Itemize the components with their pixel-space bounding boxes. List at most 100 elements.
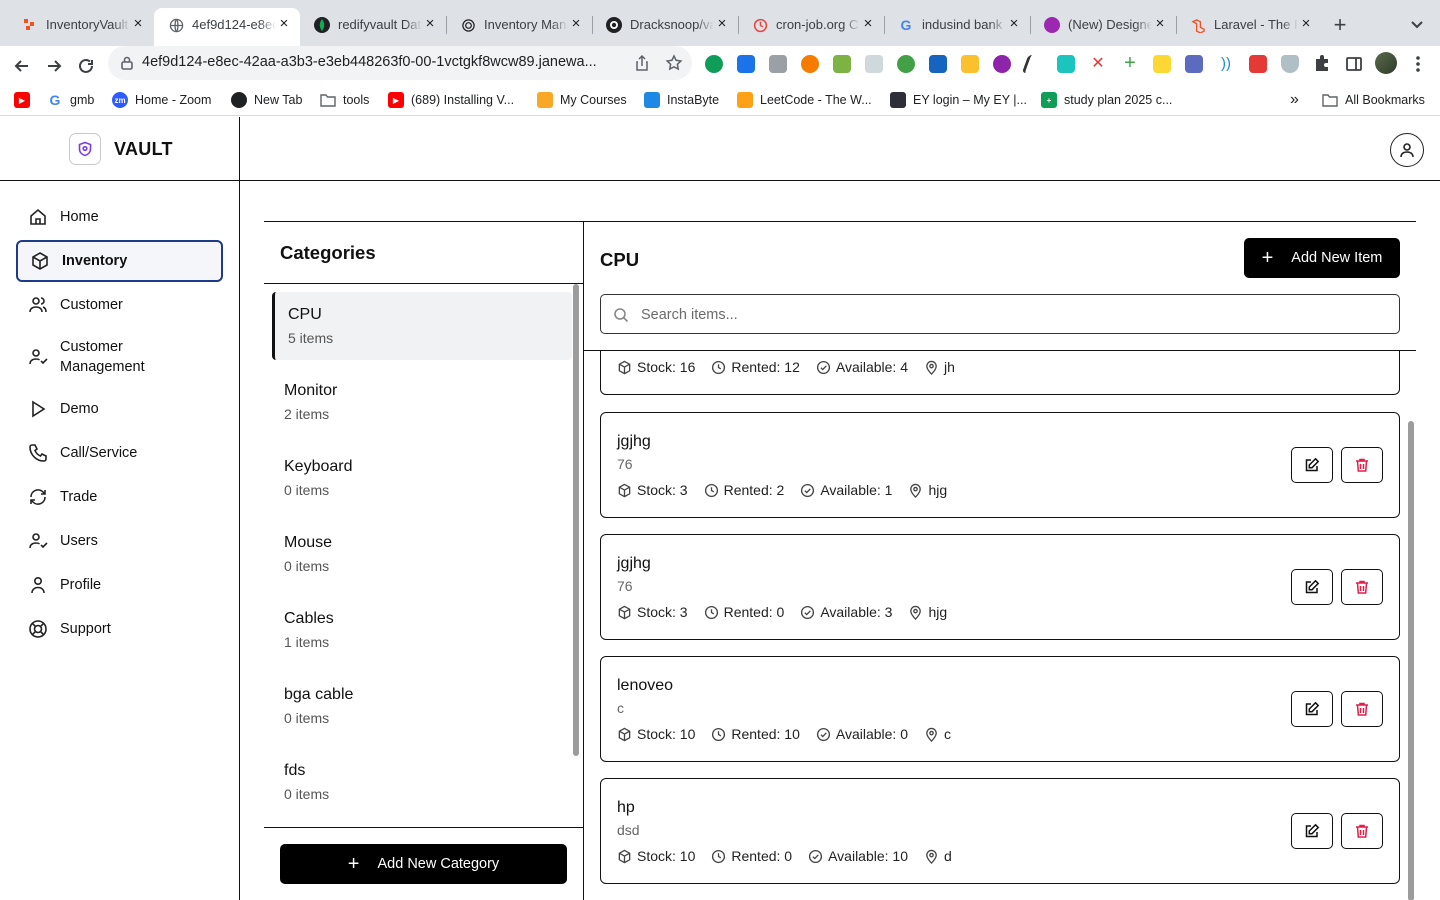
- tab-close-icon[interactable]: ×: [566, 14, 586, 34]
- extension-icon[interactable]: [897, 55, 915, 73]
- extension-icon[interactable]: [737, 55, 755, 73]
- edit-item-button[interactable]: [1291, 447, 1333, 483]
- bookmark[interactable]: + study plan 2025 c...: [1041, 91, 1172, 109]
- signal-extension-icon[interactable]: )): [1217, 55, 1235, 73]
- browser-tab-active[interactable]: 4ef9d124-e8ec ×: [154, 8, 300, 46]
- category-scrollbar[interactable]: [573, 284, 579, 756]
- reload-button[interactable]: [72, 52, 100, 80]
- tab-close-icon[interactable]: ×: [128, 14, 148, 34]
- bookmark[interactable]: LeetCode - The W...: [737, 91, 872, 109]
- bookmark[interactable]: InstaByte: [644, 91, 719, 109]
- tab-close-icon[interactable]: ×: [858, 14, 878, 34]
- edit-item-button[interactable]: [1291, 691, 1333, 727]
- shield-extension-icon[interactable]: [1281, 55, 1299, 73]
- category-item-monitor[interactable]: Monitor 2 items: [272, 368, 572, 436]
- extension-icon[interactable]: [833, 55, 851, 73]
- delete-item-button[interactable]: [1341, 569, 1383, 605]
- extension-icon[interactable]: [801, 55, 819, 73]
- category-item-keyboard[interactable]: Keyboard 0 items: [272, 444, 572, 512]
- bookmark-folder[interactable]: tools: [320, 91, 369, 109]
- more-menu-icon[interactable]: [1410, 54, 1426, 74]
- sidebar-item-home[interactable]: Home: [16, 196, 223, 238]
- checkbox-extension-icon[interactable]: [929, 55, 947, 73]
- search-box[interactable]: [600, 294, 1400, 334]
- category-item-fds[interactable]: fds 0 items: [272, 748, 572, 816]
- sidebar-item-customer[interactable]: Customer: [16, 284, 223, 326]
- bookmark[interactable]: Ggmb: [47, 91, 95, 109]
- items-scrollbar[interactable]: [1408, 421, 1414, 900]
- sidebar-item-customer-management[interactable]: Customer Management: [16, 327, 223, 387]
- browser-tab[interactable]: InventoryVault ×: [8, 8, 154, 46]
- bookmark[interactable]: EY login – My EY |...: [890, 91, 1027, 109]
- category-item-bga-cable[interactable]: bga cable 0 items: [272, 672, 572, 740]
- bookmark[interactable]: zm Home - Zoom: [112, 91, 211, 109]
- category-list[interactable]: CPU 5 items Monitor 2 items Keyboard 0 i…: [272, 292, 572, 828]
- sidebar-item-support[interactable]: Support: [16, 608, 223, 650]
- chevron-down-icon[interactable]: [1405, 12, 1429, 36]
- profile-avatar[interactable]: [1375, 52, 1397, 74]
- bookmark[interactable]: New Tab: [231, 91, 302, 109]
- user-menu-button[interactable]: [1390, 133, 1424, 167]
- camera-extension-icon[interactable]: [769, 55, 787, 73]
- tab-close-icon[interactable]: ×: [420, 14, 440, 34]
- stat-rented: Rented: 10: [711, 726, 800, 742]
- bookmark[interactable]: My Courses: [537, 91, 627, 109]
- sidebar-item-call-service[interactable]: Call/Service: [16, 432, 223, 474]
- back-button[interactable]: [8, 52, 36, 80]
- category-item-mouse[interactable]: Mouse 0 items: [272, 520, 572, 588]
- close-extension-icon[interactable]: ✕: [1089, 55, 1107, 73]
- notion-extension-icon[interactable]: [1057, 55, 1075, 73]
- sidebar-item-users[interactable]: Users: [16, 520, 223, 562]
- browser-tab[interactable]: Dracksnoop/va ×: [592, 8, 739, 46]
- sidebar-item-label: Profile: [60, 577, 102, 593]
- plus-extension-icon[interactable]: +: [1121, 53, 1139, 73]
- extension-icon[interactable]: [1185, 55, 1203, 73]
- all-bookmarks[interactable]: All Bookmarks: [1322, 91, 1425, 109]
- pen-extension-icon[interactable]: [1021, 55, 1047, 73]
- extension-icon[interactable]: [993, 55, 1011, 73]
- browser-tab[interactable]: redifyvault Data ×: [300, 8, 447, 46]
- category-item-cables[interactable]: Cables 1 items: [272, 596, 572, 664]
- tab-close-icon[interactable]: ×: [1296, 14, 1316, 34]
- sidebar-item-trade[interactable]: Trade: [16, 476, 223, 518]
- bookmark-star-icon[interactable]: [665, 54, 683, 72]
- browser-tab[interactable]: Laravel - The P ×: [1176, 8, 1322, 46]
- tab-close-icon[interactable]: ×: [712, 14, 732, 34]
- bookmark-youtube[interactable]: ▶: [14, 91, 30, 109]
- new-tab-button[interactable]: +: [1326, 12, 1354, 40]
- forward-button[interactable]: [40, 52, 68, 80]
- tab-close-icon[interactable]: ×: [1004, 14, 1024, 34]
- sidebar-item-profile[interactable]: Profile: [16, 564, 223, 606]
- delete-item-button[interactable]: [1341, 691, 1383, 727]
- bookmark[interactable]: ▶ (689) Installing V...: [388, 91, 514, 109]
- browser-tab[interactable]: Inventory Mana ×: [446, 8, 593, 46]
- delete-item-button[interactable]: [1341, 813, 1383, 849]
- category-item-cpu[interactable]: CPU 5 items: [272, 292, 572, 360]
- extension-icon[interactable]: [1249, 55, 1267, 73]
- sidebar-item-inventory[interactable]: Inventory: [16, 240, 223, 282]
- browser-tab[interactable]: cron-job.org C ×: [738, 8, 885, 46]
- edit-item-button[interactable]: [1291, 569, 1333, 605]
- grammarly-extension-icon[interactable]: [705, 55, 723, 73]
- sidebar-item-demo[interactable]: Demo: [16, 388, 223, 430]
- search-input[interactable]: [641, 305, 1381, 325]
- delete-item-button[interactable]: [1341, 447, 1383, 483]
- add-category-button[interactable]: + Add New Category: [280, 844, 567, 884]
- tab-close-icon[interactable]: ×: [1150, 14, 1170, 34]
- share-icon[interactable]: [633, 54, 651, 72]
- extension-icon[interactable]: [1153, 55, 1171, 73]
- tab-close-icon[interactable]: ×: [274, 14, 294, 34]
- user-check-icon: [29, 533, 48, 549]
- add-item-button[interactable]: + Add New Item: [1244, 238, 1400, 278]
- items-list[interactable]: Stock: 16 Rented: 12 Available: 4 jh jgj…: [584, 351, 1416, 900]
- edit-item-button[interactable]: [1291, 813, 1333, 849]
- more-bookmarks-icon[interactable]: »: [1290, 91, 1299, 109]
- extension-icon[interactable]: [961, 55, 979, 73]
- reader-extension-icon[interactable]: [865, 55, 883, 73]
- browser-tab[interactable]: (New) Designe ×: [1030, 8, 1177, 46]
- side-panel-icon[interactable]: [1345, 55, 1363, 73]
- browser-tab[interactable]: G indusind bank ×: [884, 8, 1031, 46]
- site-info-icon[interactable]: [120, 55, 134, 76]
- address-bar[interactable]: 4ef9d124-e8ec-42aa-a3b3-e3eb448263f0-00-…: [108, 46, 692, 80]
- puzzle-icon[interactable]: [1313, 55, 1331, 73]
